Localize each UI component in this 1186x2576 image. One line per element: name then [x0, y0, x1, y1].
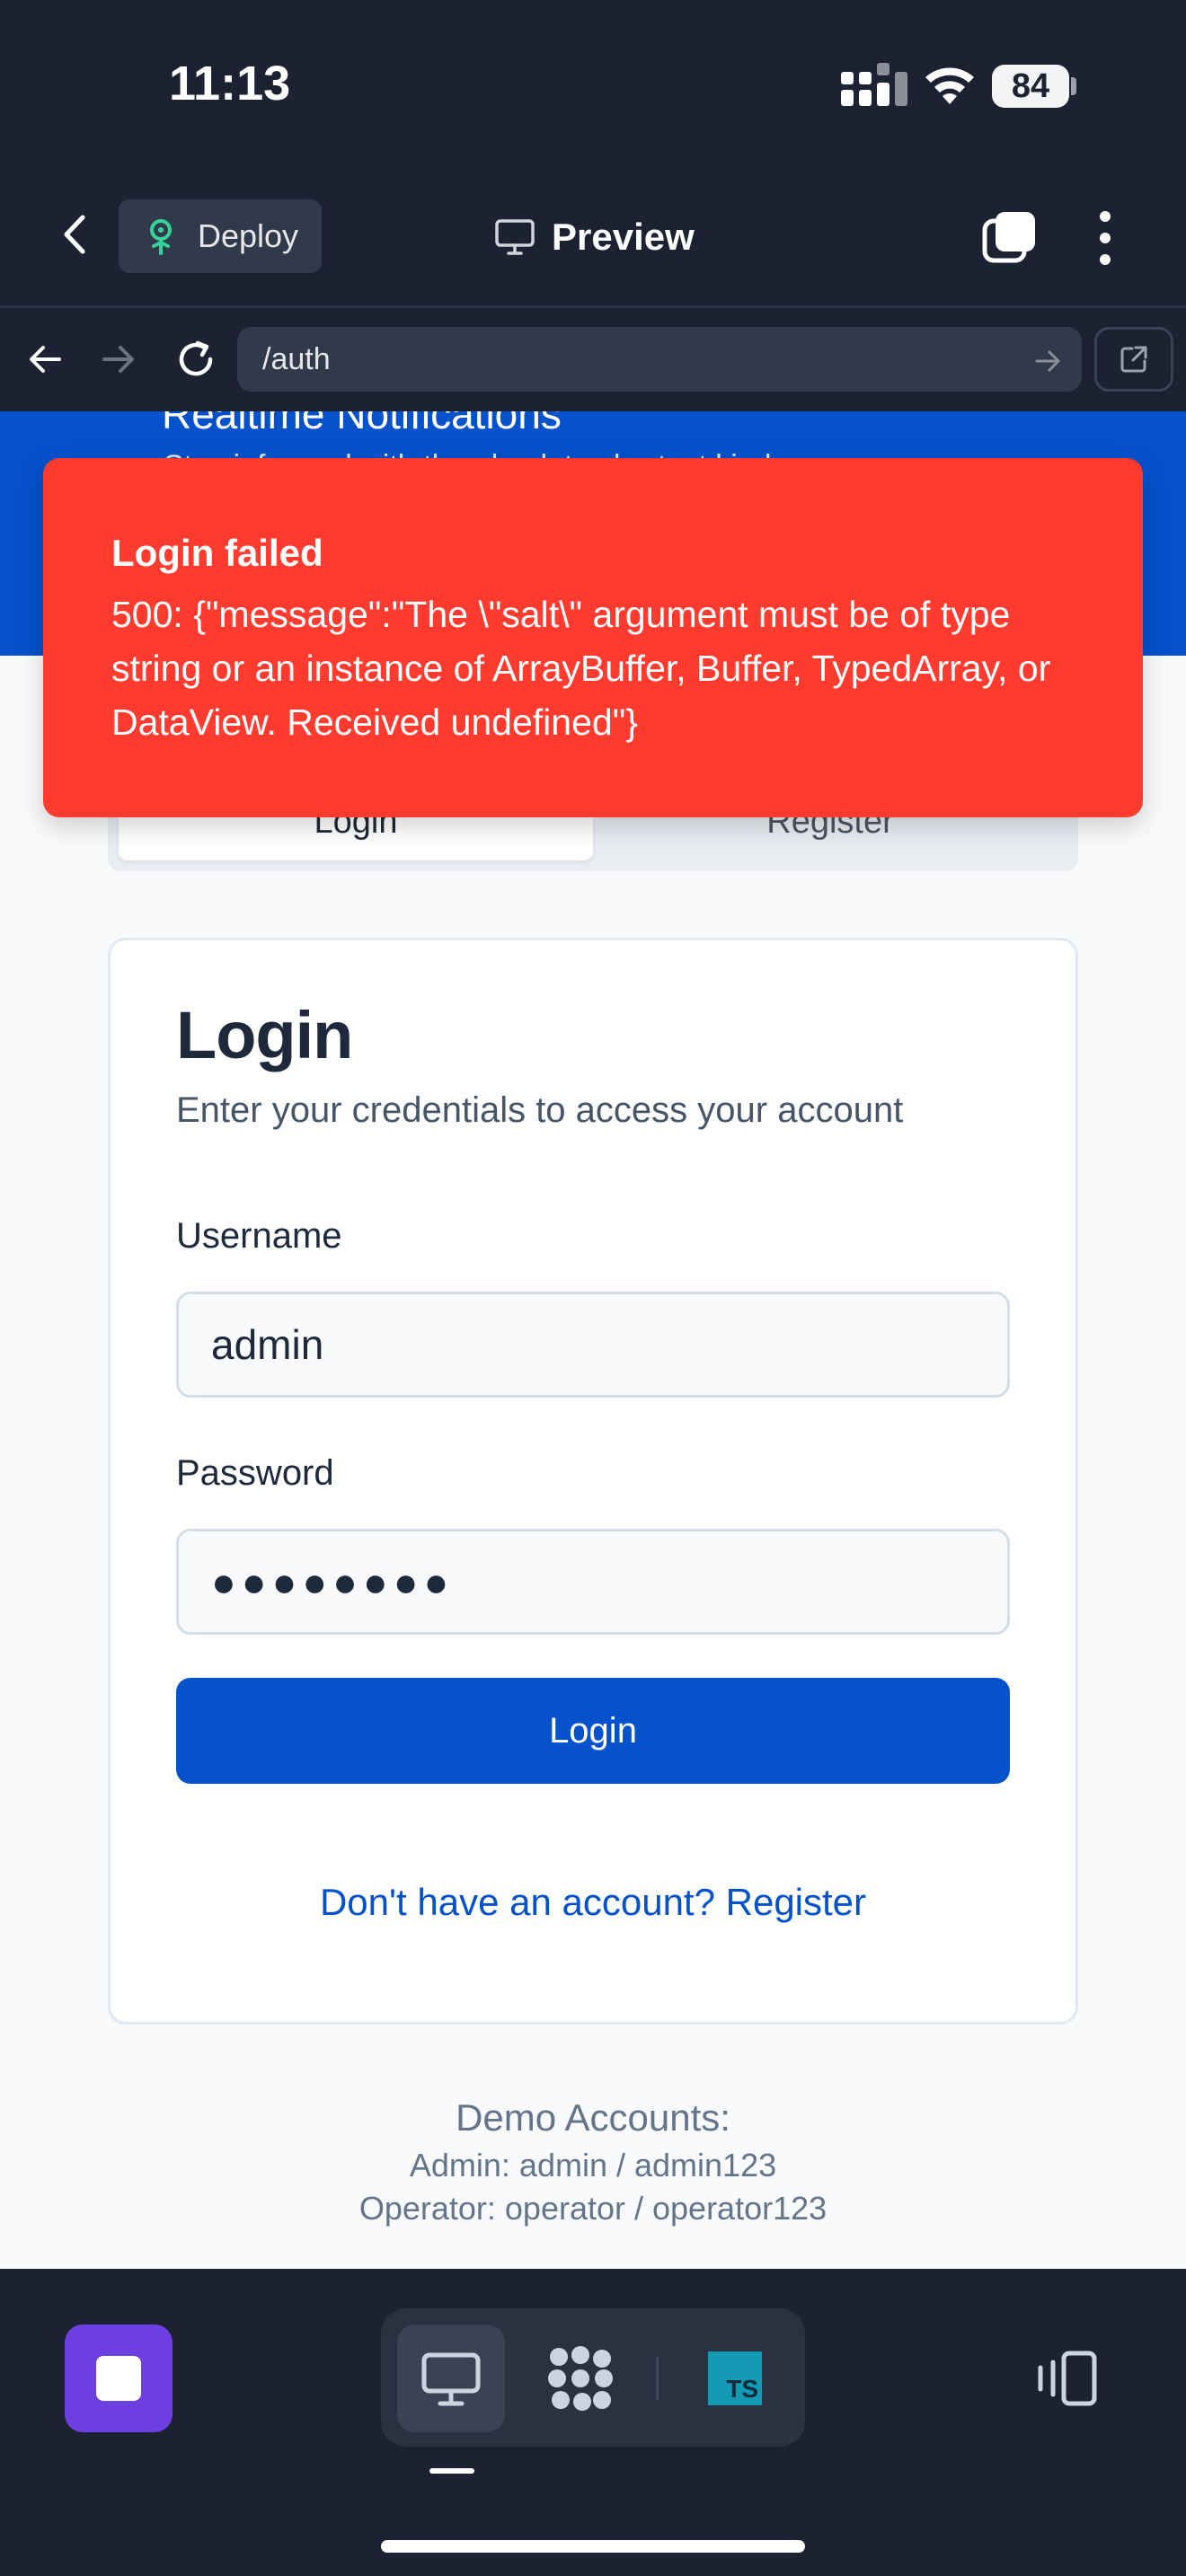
toast-message: 500: {"message":"The \"salt\" argument m… [111, 594, 1051, 743]
deploy-label: Deploy [198, 217, 299, 254]
monitor-icon [495, 219, 535, 255]
battery-tip [1071, 77, 1076, 95]
apps-grid-icon[interactable] [546, 2344, 615, 2413]
preview-label: Preview [552, 216, 695, 258]
toast-title: Login failed [111, 532, 323, 574]
desktop-icon [421, 2352, 481, 2406]
split-view-icon[interactable] [1035, 2350, 1100, 2407]
external-link-icon [1120, 346, 1147, 373]
wifi-icon [925, 67, 974, 104]
desktop-view-button[interactable] [397, 2325, 505, 2432]
cellular-signal-icon [841, 63, 907, 106]
card-title: Login [176, 998, 353, 1072]
home-indicator [381, 2540, 805, 2553]
back-chevron-icon[interactable] [56, 212, 95, 257]
register-link[interactable]: Don't have an account? Register [176, 1881, 1010, 1924]
more-vertical-icon[interactable] [1093, 208, 1118, 268]
preview-title: Preview [494, 212, 695, 262]
tabs-overview-icon[interactable] [981, 210, 1037, 264]
deploy-button[interactable]: Deploy [119, 199, 322, 273]
view-divider [656, 2357, 659, 2400]
password-label: Password [176, 1453, 334, 1493]
battery-icon: 84 [992, 65, 1069, 108]
active-view-indicator [429, 2468, 474, 2474]
hero-title: Realtime Notifications [162, 411, 562, 437]
demo-operator-credentials: Operator: operator / operator123 [358, 2190, 828, 2227]
reload-icon[interactable] [174, 338, 217, 381]
deploy-tree-icon [150, 219, 172, 255]
card-description: Enter your credentials to access your ac… [176, 1090, 904, 1130]
username-input[interactable] [176, 1292, 1010, 1398]
open-external-button[interactable] [1094, 327, 1173, 392]
demo-admin-credentials: Admin: admin / admin123 [409, 2147, 777, 2183]
url-go-arrow-icon[interactable] [1031, 345, 1064, 377]
demo-accounts-title: Demo Accounts: [456, 2096, 730, 2139]
username-label: Username [176, 1216, 342, 1256]
url-input[interactable] [237, 327, 1082, 392]
stop-icon [96, 2356, 141, 2401]
typescript-icon[interactable]: TS [708, 2351, 762, 2405]
password-input[interactable] [176, 1529, 1010, 1635]
stop-button[interactable] [65, 2325, 173, 2432]
browser-back-icon[interactable] [25, 340, 65, 379]
status-time: 11:13 [169, 57, 291, 110]
browser-forward-icon[interactable] [99, 340, 138, 379]
login-button[interactable]: Login [176, 1678, 1010, 1784]
